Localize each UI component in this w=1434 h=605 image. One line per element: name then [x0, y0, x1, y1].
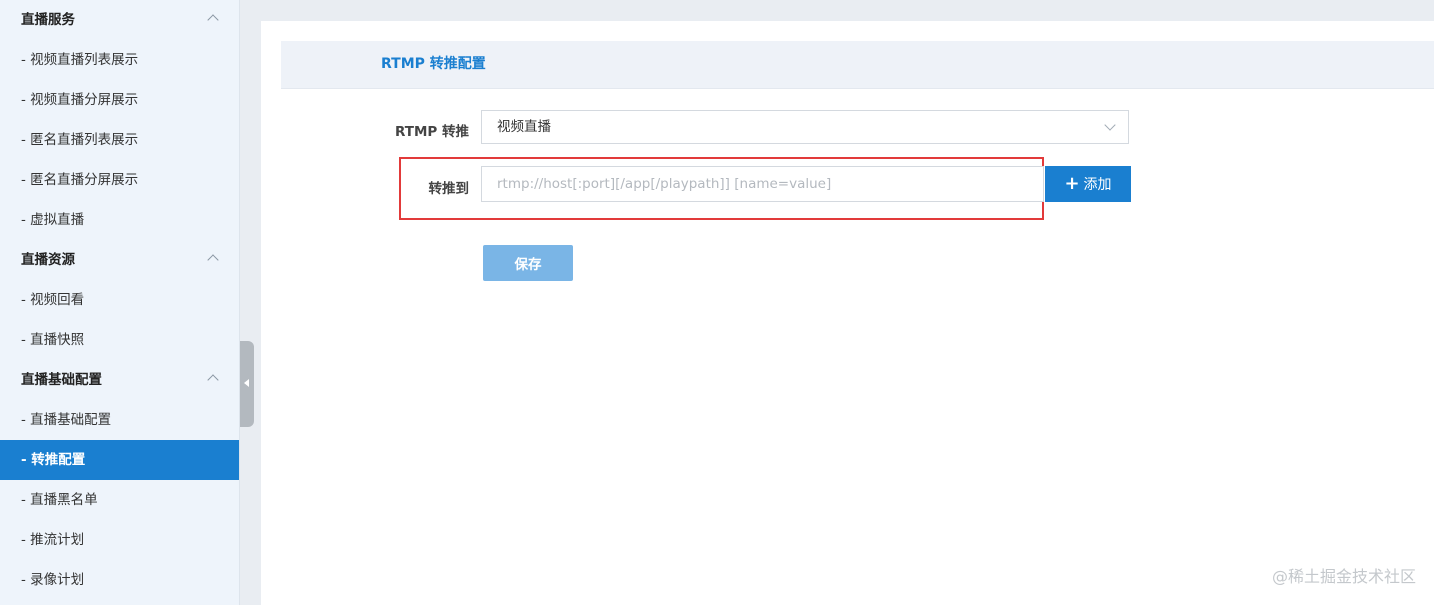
add-button-label: 添加	[1083, 177, 1112, 193]
rtmp-relay-select[interactable]: 视频直播	[481, 110, 1129, 144]
sidebar: 直播服务 - 视频直播列表展示 - 视频直播分屏展示 - 匿名直播列表展示 - …	[0, 0, 240, 605]
sidebar-item-live-snapshot[interactable]: - 直播快照	[0, 320, 239, 360]
sidebar-section-live-resources[interactable]: 直播资源	[0, 240, 239, 280]
app-window: 直播服务 - 视频直播列表展示 - 视频直播分屏展示 - 匿名直播列表展示 - …	[0, 0, 1434, 605]
sidebar-item-push-plan[interactable]: - 推流计划	[0, 520, 239, 560]
page-title: RTMP 转推配置	[381, 56, 486, 72]
main-content: RTMP 转推配置 RTMP 转推 视频直播 转推到 + 添加 保存 @稀土掘金…	[261, 21, 1434, 605]
chevron-up-icon	[207, 374, 219, 386]
relay-target-label: 转推到	[428, 181, 470, 197]
sidebar-section-title: 直播基础配置	[21, 372, 102, 388]
save-button[interactable]: 保存	[483, 245, 573, 281]
panel-header: RTMP 转推配置	[281, 41, 1434, 89]
sidebar-section-title: 直播资源	[21, 252, 75, 268]
sidebar-item-anonymous-live-list[interactable]: - 匿名直播列表展示	[0, 120, 239, 160]
sidebar-item-live-basic-config[interactable]: - 直播基础配置	[0, 400, 239, 440]
sidebar-item-video-live-list[interactable]: - 视频直播列表展示	[0, 40, 239, 80]
chevron-up-icon	[207, 254, 219, 266]
sidebar-item-video-live-split[interactable]: - 视频直播分屏展示	[0, 80, 239, 120]
caret-left-icon	[244, 379, 249, 387]
chevron-down-icon	[1104, 119, 1116, 131]
sidebar-item-relay-config[interactable]: - 转推配置	[0, 440, 239, 480]
sidebar-item-virtual-live[interactable]: - 虚拟直播	[0, 200, 239, 240]
sidebar-section-title: 直播服务	[21, 12, 75, 28]
chevron-up-icon	[207, 14, 219, 26]
sidebar-section-live-service[interactable]: 直播服务	[0, 0, 239, 40]
sidebar-section-live-basic-config[interactable]: 直播基础配置	[0, 360, 239, 400]
relay-target-url-input[interactable]	[481, 166, 1044, 202]
add-target-button[interactable]: + 添加	[1045, 166, 1131, 202]
plus-icon: +	[1064, 173, 1080, 194]
sidebar-item-record-plan[interactable]: - 录像计划	[0, 560, 239, 600]
watermark: @稀土掘金技术社区	[1271, 567, 1416, 586]
sidebar-item-live-blacklist[interactable]: - 直播黑名单	[0, 480, 239, 520]
rtmp-relay-label: RTMP 转推	[394, 124, 469, 140]
sidebar-collapse-handle[interactable]	[240, 341, 254, 427]
sidebar-item-video-playback[interactable]: - 视频回看	[0, 280, 239, 320]
sidebar-item-anonymous-live-split[interactable]: - 匿名直播分屏展示	[0, 160, 239, 200]
rtmp-relay-select-value: 视频直播	[497, 119, 551, 135]
